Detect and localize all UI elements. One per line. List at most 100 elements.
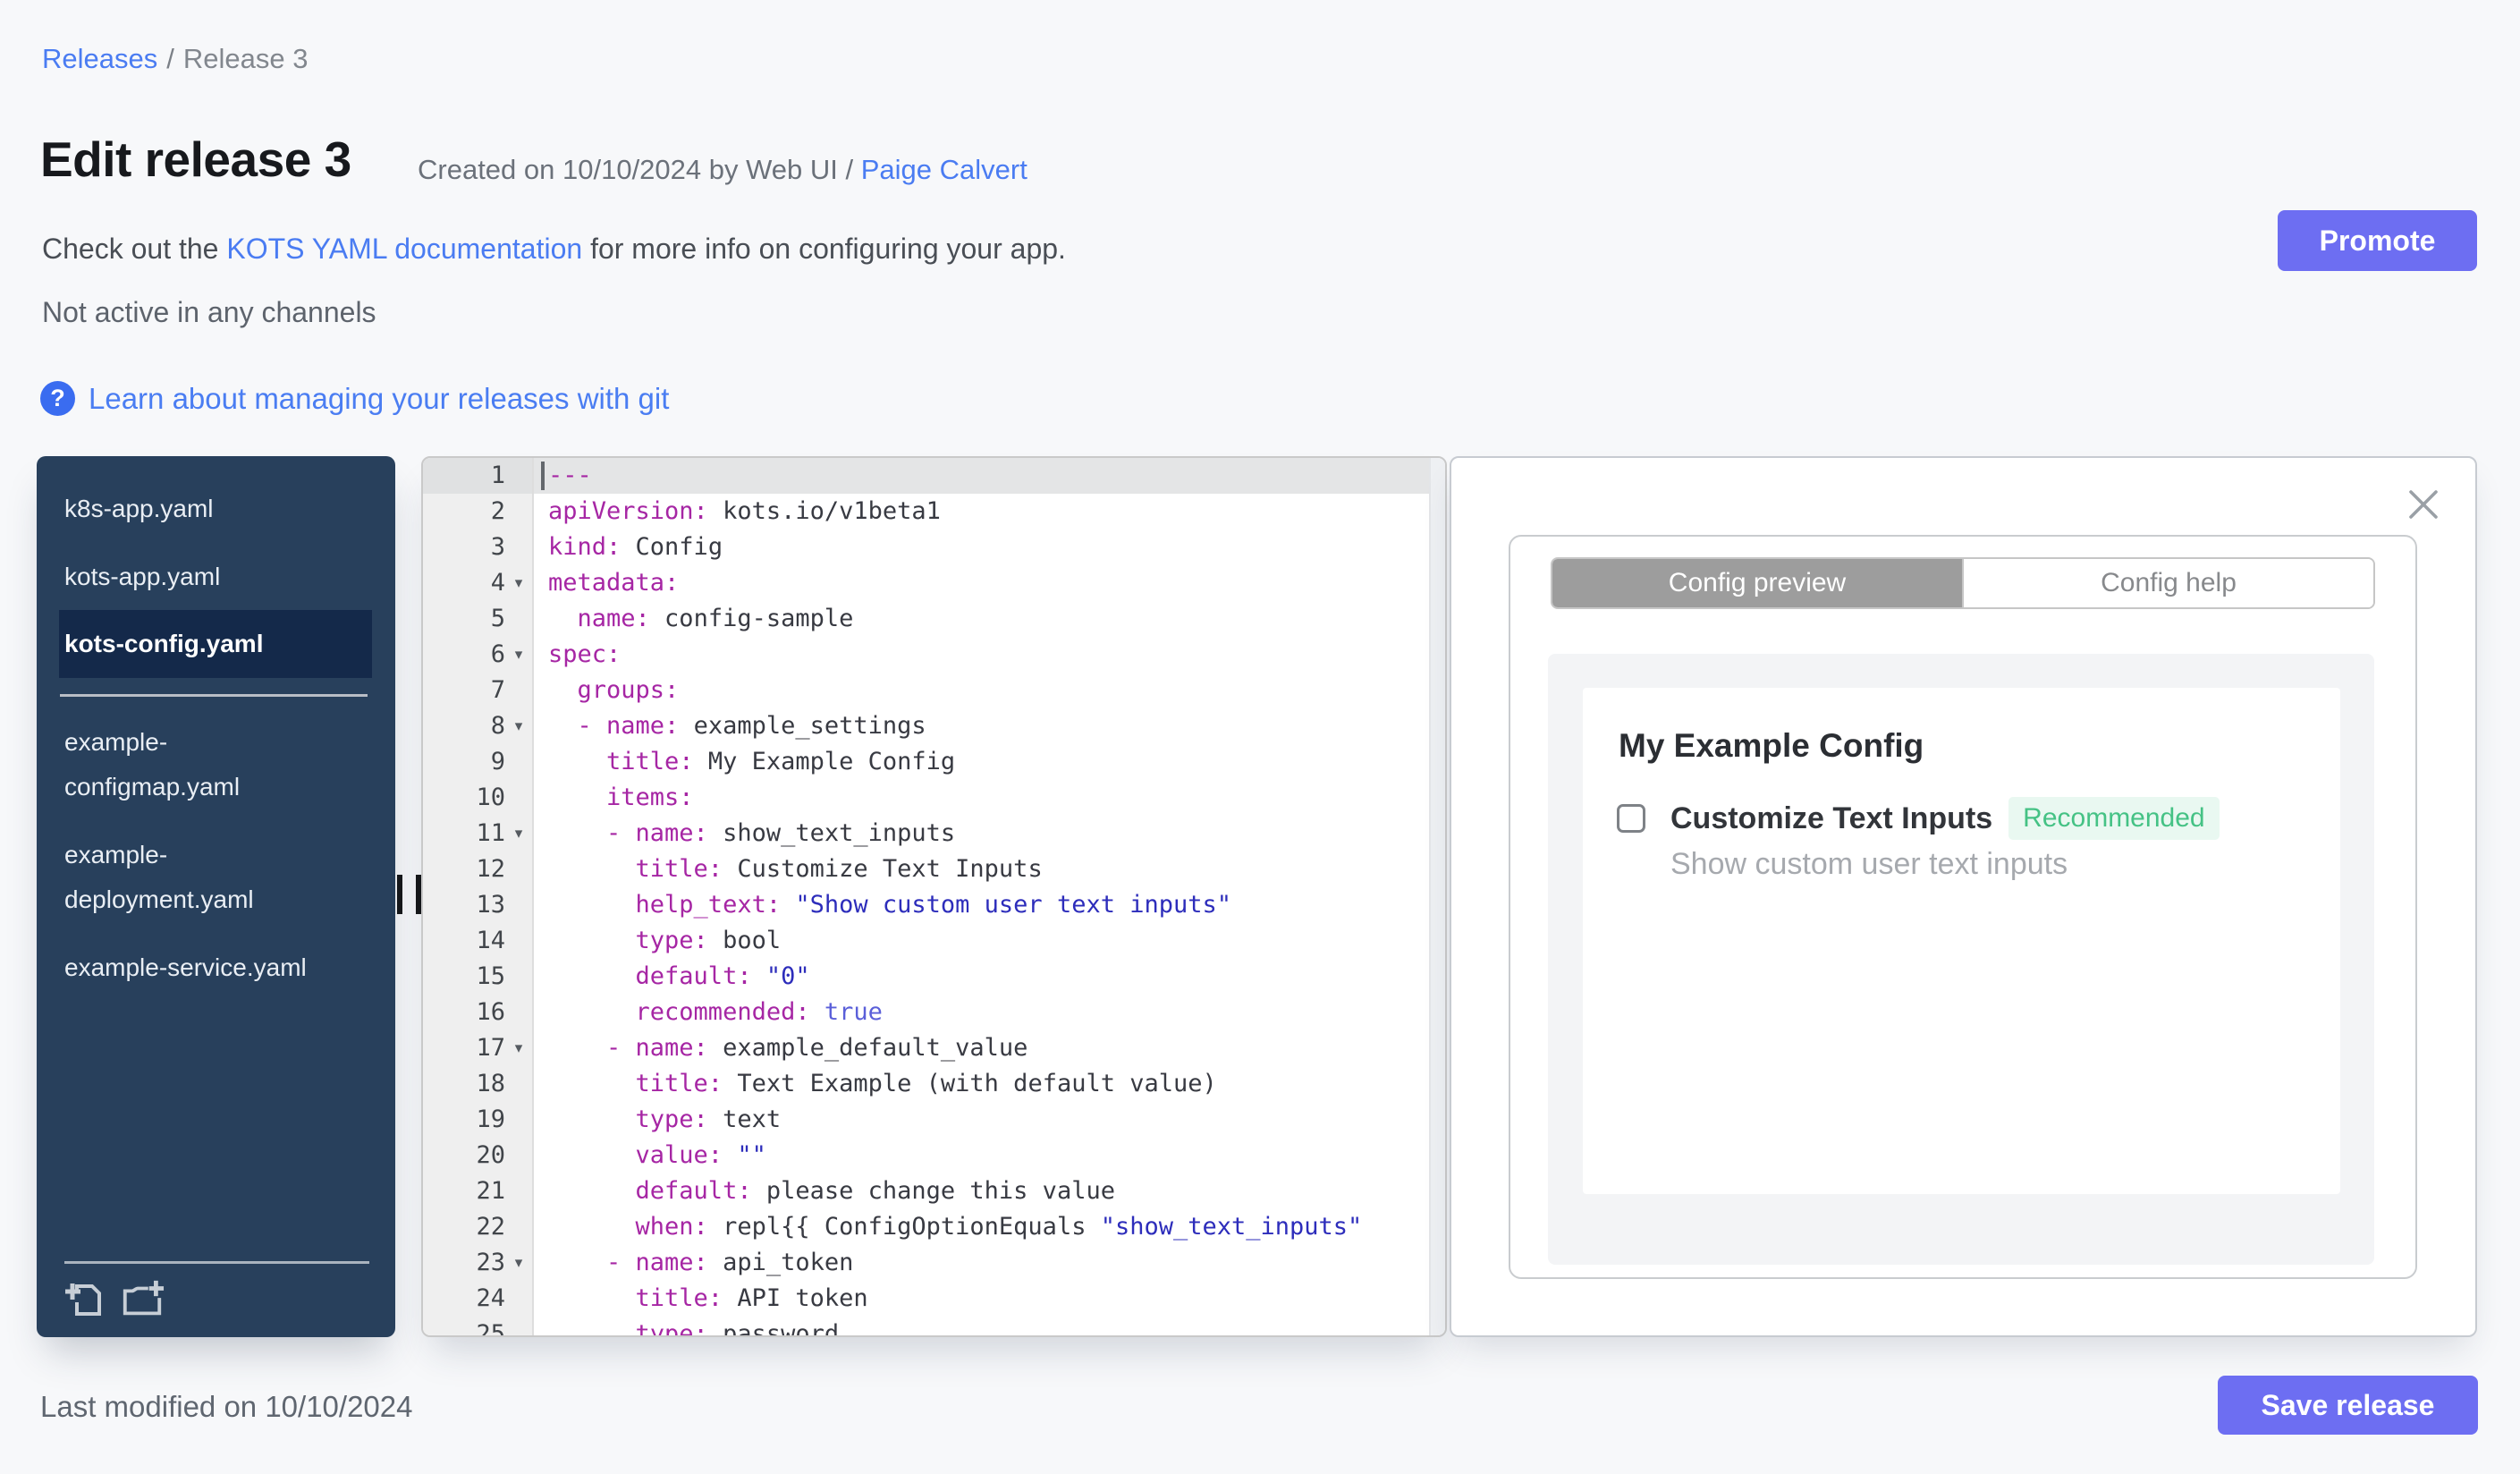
add-file-icon[interactable] [64,1278,109,1321]
code-line-22[interactable]: 22 when: repl{{ ConfigOptionEquals "show… [423,1209,1429,1245]
code-line-15[interactable]: 15 default: "0" [423,959,1429,995]
code-content[interactable]: when: repl{{ ConfigOptionEquals "show_te… [534,1209,1429,1245]
add-folder-icon[interactable] [120,1278,165,1321]
code-content[interactable]: - name: show_text_inputs [534,816,1429,851]
sidebar-file-example-deployment-yaml[interactable]: example-deployment.yaml [37,833,319,922]
sidebar-file-k8s-app-yaml[interactable]: k8s-app.yaml [37,487,319,531]
code-content[interactable]: - name: api_token [534,1245,1429,1281]
sidebar-file-example-configmap-yaml[interactable]: example-configmap.yaml [37,720,319,809]
author-link[interactable]: Paige Calvert [861,154,1027,185]
code-line-14[interactable]: 14 type: bool [423,923,1429,959]
code-content[interactable]: apiVersion: kots.io/v1beta1 [534,494,1429,529]
token-k: value: [548,1141,723,1169]
save-release-button[interactable]: Save release [2218,1376,2478,1435]
code-line-12[interactable]: 12 title: Customize Text Inputs [423,851,1429,887]
question-circle-icon: ? [40,381,75,416]
kots-yaml-docs-link[interactable]: KOTS YAML documentation [226,233,582,265]
token-v: please change this value [751,1177,1115,1205]
code-line-24[interactable]: 24 title: API token [423,1281,1429,1317]
docs-suffix: for more info on configuring your app. [582,233,1066,265]
code-line-1[interactable]: 1 --- [423,458,1429,494]
code-line-21[interactable]: 21 default: please change this value [423,1173,1429,1209]
code-content[interactable]: help_text: "Show custom user text inputs… [534,887,1429,923]
code-line-8[interactable]: 8 ▾ - name: example_settings [423,708,1429,744]
git-releases-link[interactable]: Learn about managing your releases with … [89,382,669,416]
code-line-10[interactable]: 10 items: [423,780,1429,816]
code-line-16[interactable]: 16 recommended: true [423,995,1429,1030]
code-line-13[interactable]: 13 help_text: "Show custom user text inp… [423,887,1429,923]
code-content[interactable]: title: API token [534,1281,1429,1317]
sidebar-editor-split-handle[interactable] [397,875,421,914]
code-line-9[interactable]: 9 title: My Example Config [423,744,1429,780]
code-content[interactable]: - name: example_settings [534,708,1429,744]
code-content[interactable]: title: Text Example (with default value) [534,1066,1429,1102]
token-s: "" [723,1141,766,1169]
sidebar-file-example-service-yaml[interactable]: example-service.yaml [37,945,319,990]
code-content[interactable]: name: config-sample [534,601,1429,637]
fold-arrow-icon[interactable]: ▾ [505,816,532,851]
code-line-18[interactable]: 18 title: Text Example (with default val… [423,1066,1429,1102]
tab-config-help[interactable]: Config help [1962,559,2373,607]
code-content[interactable]: spec: [534,637,1429,673]
code-content[interactable]: kind: Config [534,529,1429,565]
code-line-2[interactable]: 2 apiVersion: kots.io/v1beta1 [423,494,1429,529]
code-content[interactable]: default: "0" [534,959,1429,995]
customize-text-inputs-checkbox[interactable] [1617,804,1645,833]
code-content[interactable]: value: "" [534,1138,1429,1173]
editor-scrollbar[interactable] [1429,458,1445,1335]
breadcrumb-releases-link[interactable]: Releases [42,43,157,74]
token-k: help_text: [548,891,782,919]
gutter-line-13: 13 [423,887,534,923]
code-line-20[interactable]: 20 value: "" [423,1138,1429,1173]
code-line-25[interactable]: 25 type: password [423,1317,1429,1335]
code-line-6[interactable]: 6 ▾ spec: [423,637,1429,673]
code-line-23[interactable]: 23 ▾ - name: api_token [423,1245,1429,1281]
fold-arrow-icon[interactable]: ▾ [505,708,532,744]
code-line-4[interactable]: 4 ▾ metadata: [423,565,1429,601]
code-content[interactable]: type: text [534,1102,1429,1138]
sidebar-file-kots-app-yaml[interactable]: kots-app.yaml [37,555,319,599]
code-line-17[interactable]: 17 ▾ - name: example_default_value [423,1030,1429,1066]
gutter-line-4: 4 ▾ [423,565,534,601]
close-icon[interactable] [2407,488,2440,521]
token-v: Config [621,533,723,561]
fold-arrow-icon[interactable]: ▾ [505,1030,532,1066]
token-v: API token [723,1284,868,1312]
code-line-7[interactable]: 7 groups: [423,673,1429,708]
token-k: name: [548,605,650,632]
token-k: default: [548,1177,752,1205]
sidebar-file-kots-config-yaml[interactable]: kots-config.yaml [59,610,372,678]
code-line-19[interactable]: 19 type: text [423,1102,1429,1138]
code-content[interactable]: metadata: [534,565,1429,601]
code-content[interactable]: groups: [534,673,1429,708]
code-line-3[interactable]: 3 kind: Config [423,529,1429,565]
gutter-line-18: 18 [423,1066,534,1102]
code-content[interactable]: recommended: true [534,995,1429,1030]
breadcrumb-separator: / [166,43,174,74]
fold-arrow-icon[interactable]: ▾ [505,1245,532,1281]
code-content[interactable]: - name: example_default_value [534,1030,1429,1066]
line-number: 3 [490,533,505,561]
code-content[interactable]: type: bool [534,923,1429,959]
code-line-11[interactable]: 11 ▾ - name: show_text_inputs [423,816,1429,851]
code-content[interactable]: default: please change this value [534,1173,1429,1209]
token-b: true [809,998,883,1026]
fold-arrow-icon[interactable]: ▾ [505,565,532,601]
promote-button[interactable]: Promote [2278,210,2477,271]
code-content[interactable]: type: password [534,1317,1429,1335]
code-content[interactable]: --- [534,458,1429,494]
code-line-5[interactable]: 5 name: config-sample [423,601,1429,637]
token-k: type: [548,927,708,954]
tab-config-preview[interactable]: Config preview [1552,559,1962,607]
code-content[interactable]: title: Customize Text Inputs [534,851,1429,887]
gutter-line-17: 17 ▾ [423,1030,534,1066]
token-v: Text Example (with default value) [723,1070,1217,1097]
yaml-code-editor[interactable]: 1 --- 2 apiVersion: kots.io/v1beta1 3 kind: C… [421,456,1447,1337]
code-content[interactable]: items: [534,780,1429,816]
fold-arrow-icon[interactable]: ▾ [505,637,532,673]
code-content[interactable]: title: My Example Config [534,744,1429,780]
